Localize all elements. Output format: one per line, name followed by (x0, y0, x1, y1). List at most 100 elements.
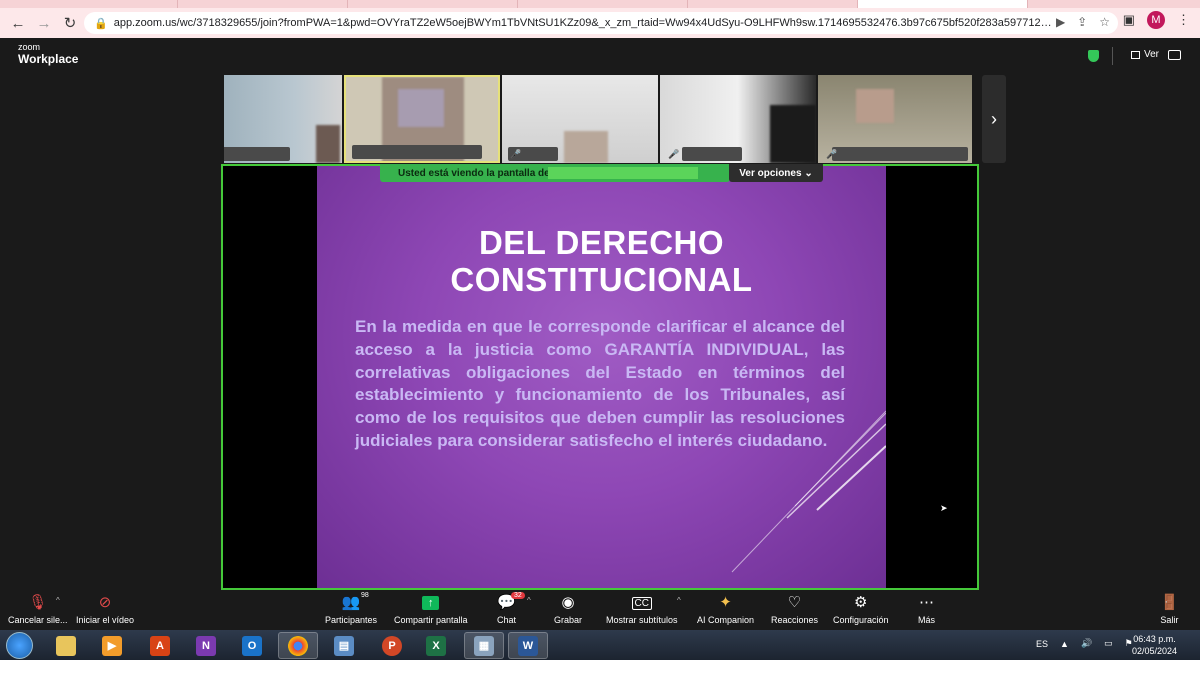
taskbar-outlook[interactable]: O (232, 632, 272, 659)
share-icon[interactable]: ⇪ (1077, 15, 1087, 29)
screen-share-banner: Usted está viendo la pantalla de (380, 164, 730, 182)
closed-captions-icon: CC (631, 597, 652, 610)
leave-button[interactable]: 🚪 Salir (1160, 594, 1179, 625)
url-text: app.zoom.us/wc/3718329655/join?fromPWA=1… (113, 17, 1054, 29)
presentation-slide: DEL DERECHO CONSTITUCIONAL En la medida … (317, 166, 886, 588)
settings-label: Configuración (833, 615, 889, 625)
address-bar[interactable]: 🔒 app.zoom.us/wc/3718329655/join?fromPWA… (84, 12, 1118, 34)
browser-tab[interactable] (688, 0, 858, 8)
share-screen-button[interactable]: ↑ Compartir pantalla (394, 594, 468, 625)
volume-icon[interactable]: 🔊 (1081, 638, 1092, 649)
chrome-icon (288, 635, 308, 656)
screen-share-banner-text: Usted está viendo la pantalla de (398, 167, 550, 179)
slide-decorative-lines (731, 410, 886, 573)
back-icon[interactable]: ← (6, 11, 30, 35)
header-divider (1112, 47, 1113, 65)
record-button[interactable]: ◉ Grabar (554, 594, 582, 625)
record-label: Grabar (554, 615, 583, 625)
chat-options-chevron-icon[interactable]: ^ (527, 596, 531, 605)
more-dots-icon: ⋯ (919, 594, 934, 611)
reactions-button[interactable]: ♡ Reacciones (771, 594, 818, 625)
participant-strip: 🎤 🎤 🎤 › (224, 75, 1006, 163)
browser-tab-active[interactable] (858, 0, 1028, 8)
taskbar-file-explorer[interactable] (46, 632, 86, 659)
ai-companion-button[interactable]: ✦ AI Companion (697, 594, 754, 625)
folder-icon (56, 635, 76, 656)
start-video-label: Iniciar el vídeo (76, 615, 135, 625)
screen: ← → ↻ 🔒 app.zoom.us/wc/3718329655/join?f… (0, 0, 1200, 675)
settings-button[interactable]: ⚙ Configuración (833, 594, 889, 625)
zoom-header: zoom Workplace Ver (0, 38, 1200, 73)
view-button[interactable]: Ver (1131, 49, 1159, 60)
taskbar-chrome[interactable] (278, 632, 318, 659)
leave-label: Salir (1160, 615, 1179, 625)
participants-icon: 👥 (341, 594, 361, 611)
bookmark-star-icon[interactable]: ☆ (1099, 15, 1110, 29)
participant-video (770, 105, 816, 163)
side-panel-icon[interactable]: ▣ (1123, 12, 1135, 28)
fullscreen-icon[interactable] (1168, 50, 1181, 60)
language-indicator[interactable]: ES (1036, 639, 1048, 649)
start-button-icon[interactable] (6, 632, 33, 659)
participant-name-redacted (832, 147, 968, 161)
zoom-logo-text: Workplace (18, 52, 79, 66)
zoom-logo: zoom Workplace (18, 43, 79, 67)
participant-thumbnail[interactable]: 🎤 (502, 75, 658, 163)
view-options-button[interactable]: Ver opciones ⌄ (729, 164, 823, 182)
taskbar-media-player[interactable]: ▶ (92, 632, 132, 659)
participant-name-redacted (352, 145, 482, 159)
taskbar-pdf-reader[interactable]: A (140, 632, 180, 659)
share-screen-label: Compartir pantalla (394, 615, 468, 625)
participant-video (564, 131, 608, 163)
word-icon: W (518, 635, 538, 656)
participant-thumbnail-active-speaker[interactable] (344, 75, 500, 163)
taskbar-onenote[interactable]: N (186, 632, 226, 659)
excel-icon: X (426, 635, 446, 656)
participant-video (316, 125, 340, 163)
network-icon[interactable]: ▭ (1104, 638, 1113, 649)
browser-tab[interactable] (178, 0, 348, 8)
camera-icon[interactable]: ▶ (1056, 15, 1065, 29)
browser-tab[interactable] (518, 0, 688, 8)
media-player-icon: ▶ (102, 635, 122, 656)
audio-options-chevron-icon[interactable]: ^ (56, 596, 60, 605)
browser-tab[interactable] (348, 0, 518, 8)
captions-button[interactable]: CC Mostrar subtítulos (606, 594, 678, 625)
taskbar-remote-desktop[interactable]: ▤ (324, 632, 364, 659)
muted-mic-icon: 🎤 (668, 149, 680, 159)
clock-date: 02/05/2024 (1132, 646, 1178, 656)
browser-tab[interactable] (0, 0, 178, 8)
clock-time: 06:43 p.m. (1133, 634, 1176, 644)
taskbar-powerpoint[interactable]: P (372, 632, 412, 659)
profile-avatar[interactable]: M (1147, 11, 1165, 29)
taskbar-word[interactable]: W (508, 632, 548, 659)
participant-thumbnail[interactable]: 🎤 (818, 75, 972, 163)
participant-thumbnail[interactable]: 🎤 (660, 75, 816, 163)
start-video-button[interactable]: ⊘ Iniciar el vídeo (76, 594, 134, 625)
sparkle-icon: ✦ (719, 594, 732, 611)
captions-label: Mostrar subtítulos (606, 615, 678, 625)
pdf-icon: A (150, 635, 170, 656)
mute-label: Cancelar sile... (8, 615, 68, 625)
taskbar-clock[interactable]: 06:43 p.m. 02/05/2024 (1132, 633, 1177, 657)
participants-label: Participantes (325, 615, 378, 625)
reload-icon[interactable]: ↻ (58, 11, 82, 35)
participants-button[interactable]: 👥 98 Participantes (325, 592, 378, 625)
view-label: Ver (1144, 49, 1160, 60)
chat-button[interactable]: 💬 32 Chat (497, 592, 525, 625)
participant-name-redacted (224, 147, 290, 161)
browser-menu-icon[interactable]: ⋮ (1177, 12, 1190, 28)
captions-options-chevron-icon[interactable]: ^ (677, 596, 681, 605)
taskbar-excel[interactable]: X (416, 632, 456, 659)
taskbar-calculator[interactable]: ▦ (464, 632, 504, 659)
forward-icon[interactable]: → (32, 11, 56, 35)
show-hidden-icons-chevron-icon[interactable]: ▲ (1060, 639, 1069, 649)
reactions-label: Reacciones (771, 615, 819, 625)
ai-companion-label: AI Companion (697, 615, 755, 625)
share-screen-icon: ↑ (422, 596, 440, 610)
more-button[interactable]: ⋯ Más (918, 594, 935, 625)
security-shield-icon[interactable] (1088, 50, 1099, 62)
participant-thumbnail[interactable] (224, 75, 342, 163)
computer-icon: ▤ (334, 635, 354, 656)
next-participants-chevron-icon[interactable]: › (982, 75, 1006, 163)
